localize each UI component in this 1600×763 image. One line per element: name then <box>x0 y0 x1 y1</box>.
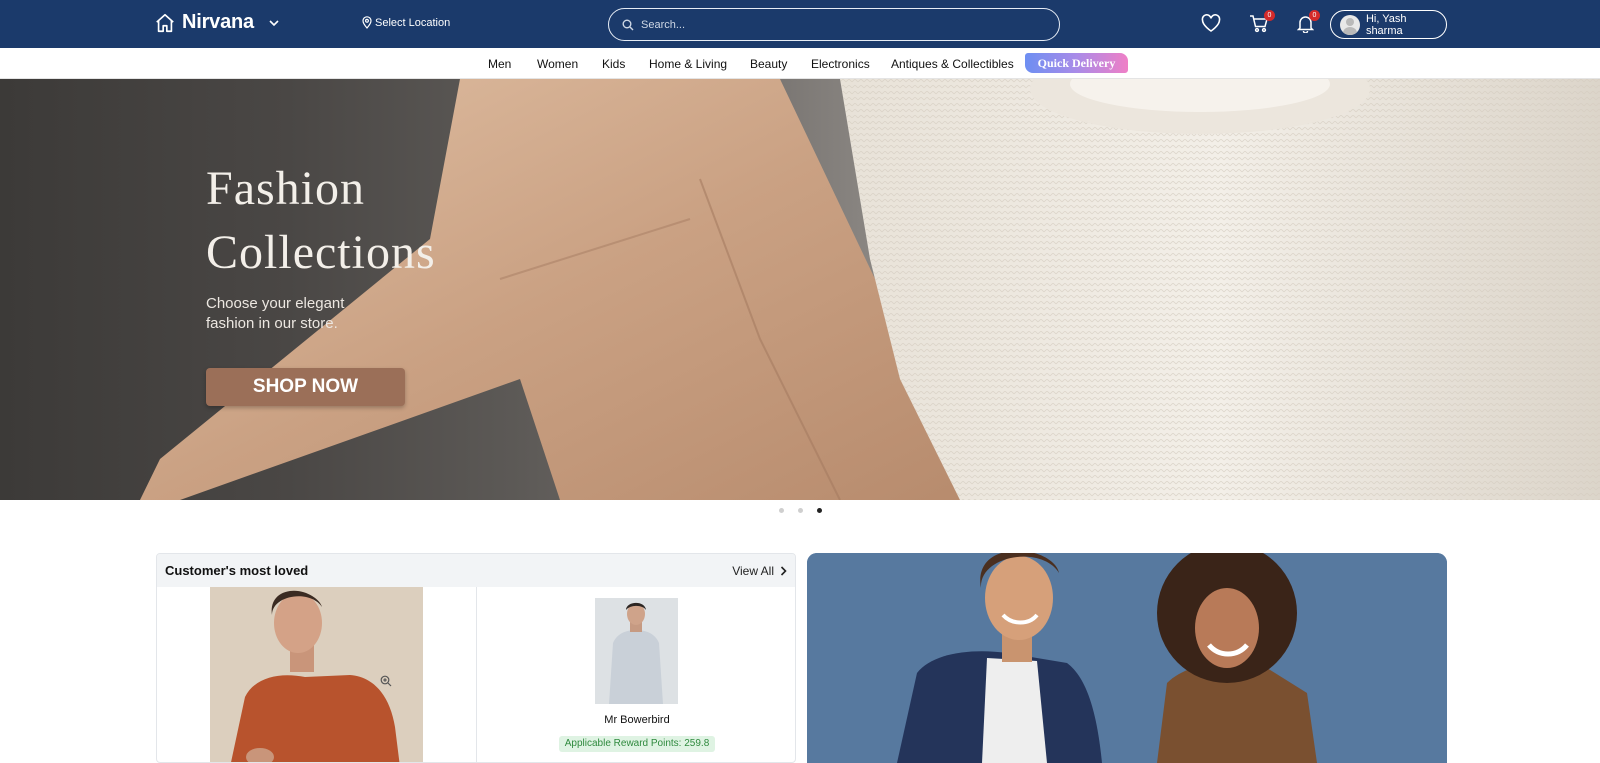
carousel-dot-2[interactable] <box>798 508 803 513</box>
product-photo <box>595 598 678 704</box>
reward-points-badge: Applicable Reward Points: 259.8 <box>559 736 715 752</box>
notifications-button[interactable]: 0 <box>1296 10 1320 38</box>
category-men[interactable]: Men <box>488 57 511 71</box>
view-all-link[interactable]: View All <box>732 564 787 578</box>
cart-count-badge: 0 <box>1264 10 1275 21</box>
product-image-mr-bowerbird[interactable] <box>595 598 678 704</box>
select-location-button[interactable]: Select Location <box>362 16 450 29</box>
view-all-label: View All <box>732 563 774 578</box>
brand-home-link[interactable]: Nirvana <box>154 11 280 34</box>
carousel-dot-1[interactable] <box>779 508 784 513</box>
product-name[interactable]: Mr Bowerbird <box>477 714 795 726</box>
top-header: Nirvana Select Location 0 0 Hi, Yash sha… <box>0 0 1600 48</box>
wishlist-button[interactable] <box>1201 14 1221 38</box>
chevron-right-icon <box>780 565 787 576</box>
product-card-image[interactable] <box>210 587 423 762</box>
search-bar[interactable] <box>608 8 1060 41</box>
hero-title-line1: Fashion <box>206 162 366 215</box>
user-greeting: Hi, Yash sharma <box>1365 12 1407 37</box>
category-home-living[interactable]: Home & Living <box>649 57 727 71</box>
hero-image <box>140 79 1600 500</box>
hero-subtitle-line1: Choose your elegant <box>206 295 345 312</box>
search-input[interactable] <box>641 18 1041 31</box>
category-beauty[interactable]: Beauty <box>750 57 787 71</box>
hero-banner[interactable]: Fashion Collections Choose your elegant … <box>0 79 1600 500</box>
promo-image <box>807 553 1447 763</box>
hero-subtitle-line2: fashion in our store. <box>206 315 338 332</box>
category-nav: Men Women Kids Home & Living Beauty Elec… <box>0 48 1600 79</box>
carousel-dot-3[interactable] <box>817 508 822 513</box>
location-pin-icon <box>362 16 372 29</box>
hero-title-line2: Collections <box>206 226 436 279</box>
shop-now-button[interactable]: SHOP NOW <box>206 368 405 406</box>
search-icon <box>622 19 634 30</box>
hero-subtitle: Choose your elegant fashion in our store… <box>206 294 386 334</box>
category-electronics[interactable]: Electronics <box>811 57 870 71</box>
section-header: Customer's most loved View All <box>157 554 795 587</box>
category-women[interactable]: Women <box>537 57 578 71</box>
products-row: Mr Bowerbird Applicable Reward Points: 2… <box>157 587 795 762</box>
zoom-icon[interactable] <box>380 675 392 687</box>
user-account-button[interactable]: Hi, Yash sharma <box>1330 10 1447 39</box>
avatar <box>1340 14 1360 35</box>
chevron-down-icon[interactable] <box>268 17 280 29</box>
notifications-count-badge: 0 <box>1309 10 1320 21</box>
location-label: Select Location <box>375 16 451 29</box>
hero-title: Fashion Collections <box>206 157 436 285</box>
heart-icon <box>1201 14 1221 32</box>
category-antiques-collectibles[interactable]: Antiques & Collectibles <box>891 57 1014 71</box>
cart-button[interactable]: 0 <box>1249 10 1275 38</box>
section-title: Customer's most loved <box>165 563 309 578</box>
home-icon <box>156 13 174 32</box>
quick-delivery-button[interactable]: Quick Delivery <box>1025 53 1128 73</box>
customers-most-loved-section: Customer's most loved View All Mr Bowerb… <box>156 553 796 763</box>
promo-banner[interactable] <box>807 553 1447 763</box>
column-divider <box>476 587 477 762</box>
carousel-dots <box>779 508 822 513</box>
category-kids[interactable]: Kids <box>602 57 625 71</box>
brand-name: Nirvana <box>182 11 254 33</box>
